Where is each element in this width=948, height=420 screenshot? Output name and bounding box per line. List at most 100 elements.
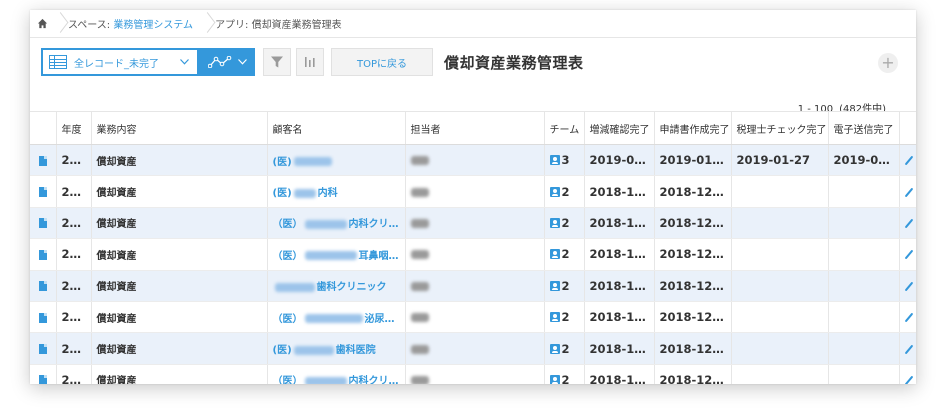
table-row[interactable]: 2018償却資産 （医） 泌尿器科クリ… 2 2018-12-082018-12-08 bbox=[30, 301, 916, 334]
document-icon[interactable] bbox=[38, 155, 47, 166]
document-icon[interactable] bbox=[38, 312, 47, 323]
client-prefix: (医) bbox=[272, 188, 292, 200]
breadcrumb-space-link[interactable]: 業務管理システム bbox=[113, 20, 193, 31]
cell-client[interactable]: （医） 内科クリニック bbox=[267, 364, 406, 384]
filter-button[interactable] bbox=[263, 48, 291, 76]
document-icon[interactable] bbox=[38, 375, 47, 384]
pencil-icon[interactable] bbox=[904, 250, 913, 260]
header-client[interactable]: 顧客名 bbox=[267, 111, 406, 145]
breadcrumb-app[interactable]: アプリ: 償却資産業務管理表 bbox=[211, 16, 350, 31]
header-year[interactable]: 年度 bbox=[56, 111, 92, 145]
cell-team: 2 bbox=[544, 175, 585, 208]
cell-staff bbox=[405, 364, 545, 384]
cell-team: 2 bbox=[544, 301, 585, 334]
pencil-icon[interactable] bbox=[904, 187, 913, 197]
team-count: 2 bbox=[561, 372, 570, 384]
pencil-icon[interactable] bbox=[904, 218, 913, 229]
record-detail-cell[interactable] bbox=[30, 207, 57, 240]
cell-change-check: 2018-12-08 bbox=[584, 238, 655, 271]
team-count: 2 bbox=[561, 215, 570, 230]
table-row[interactable]: 2018償却資産 （医） 耳鼻咽喉科クリ… 2 2018-12-082018-12-08 bbox=[30, 238, 916, 271]
cell-application: 2018-12-08 bbox=[654, 207, 732, 240]
document-icon[interactable] bbox=[38, 218, 47, 229]
table-row[interactable]: 2018償却資産 (医) 歯科医院 2 2018-12-082018-12-08 bbox=[30, 332, 916, 365]
document-icon[interactable] bbox=[38, 187, 47, 198]
edit-cell[interactable] bbox=[899, 301, 916, 334]
document-icon[interactable] bbox=[38, 281, 47, 292]
cell-client[interactable]: （医） 耳鼻咽喉科クリ… bbox=[267, 238, 406, 271]
header-actions bbox=[899, 111, 916, 145]
cell-e-filing bbox=[828, 175, 900, 208]
team-count: 2 bbox=[561, 247, 570, 262]
client-suffix: 歯科医院 bbox=[335, 345, 376, 357]
cell-client[interactable]: （医） 泌尿器科クリ… bbox=[267, 301, 406, 334]
table-row[interactable]: 2018償却資産 (医) 内科 2 2018-12-082018-12-08 bbox=[30, 175, 916, 208]
cell-year: 2018 bbox=[56, 364, 92, 384]
cell-change-check: 2019-01-27 bbox=[584, 144, 655, 177]
header-change-check[interactable]: 増減確認完了 bbox=[584, 111, 655, 145]
cell-change-check: 2018-12-08 bbox=[584, 207, 655, 240]
cell-application: 2018-12-08 bbox=[654, 364, 732, 384]
pencil-icon[interactable] bbox=[904, 344, 913, 354]
header-application[interactable]: 申請書作成完了 bbox=[654, 111, 732, 145]
table-row[interactable]: 2018償却資産 （医） 内科クリニック 2 2018-12-082018-12-08 bbox=[30, 364, 916, 384]
cell-team: 2 bbox=[544, 238, 585, 271]
edit-cell[interactable] bbox=[899, 364, 916, 384]
records-table: 年度 業務内容 顧客名 担当者 チーム 増減確認完了 申請書作成完了 税理士チェ… bbox=[30, 111, 916, 384]
header-task[interactable]: 業務内容 bbox=[91, 111, 268, 145]
record-detail-cell[interactable] bbox=[30, 301, 57, 334]
add-record-button[interactable]: + bbox=[878, 53, 898, 73]
header-team[interactable]: チーム bbox=[544, 111, 585, 145]
pencil-icon[interactable] bbox=[904, 281, 913, 292]
header-tax-accountant[interactable]: 税理士チェック完了 bbox=[731, 111, 829, 145]
cell-task: 償却資産 bbox=[91, 144, 268, 177]
redacted-text bbox=[304, 376, 347, 384]
edit-cell[interactable] bbox=[899, 238, 916, 271]
header-doc bbox=[30, 111, 57, 145]
edit-cell[interactable] bbox=[899, 332, 916, 365]
table-row[interactable]: 2018償却資産 （医） 内科クリニック 2 2018-12-082018-12-08 bbox=[30, 207, 916, 240]
cell-staff bbox=[405, 301, 545, 334]
table-row[interactable]: 2018償却資産(医)32019-01-272019-01-272019-01-… bbox=[30, 144, 916, 177]
pencil-icon[interactable] bbox=[904, 155, 913, 166]
cell-client[interactable]: (医) 内科 bbox=[267, 175, 406, 208]
cell-client[interactable]: (医) 歯科医院 bbox=[267, 332, 406, 365]
redacted-text bbox=[410, 250, 429, 260]
cell-client[interactable]: （医） 内科クリニック bbox=[267, 207, 406, 240]
document-icon[interactable] bbox=[38, 344, 47, 355]
table-row[interactable]: 2018償却資産 歯科クリニック 2 2018-12-082018-12-08 bbox=[30, 270, 916, 302]
team-icon bbox=[549, 186, 560, 197]
graph-view-button[interactable] bbox=[199, 48, 255, 76]
back-to-top-button[interactable]: TOPに戻る bbox=[331, 48, 433, 76]
pencil-icon[interactable] bbox=[904, 375, 913, 384]
cell-application: 2018-12-08 bbox=[654, 238, 732, 271]
edit-cell[interactable] bbox=[899, 270, 916, 302]
breadcrumb-space-prefix: スペース: bbox=[68, 20, 111, 31]
client-prefix: （医） bbox=[272, 376, 303, 384]
edit-cell[interactable] bbox=[899, 175, 916, 208]
home-icon[interactable] bbox=[30, 10, 54, 38]
pencil-icon[interactable] bbox=[904, 312, 913, 323]
view-selector[interactable]: 全レコード_未完了 bbox=[41, 48, 199, 76]
edit-cell[interactable] bbox=[899, 207, 916, 240]
chart-button[interactable] bbox=[296, 48, 324, 76]
document-icon[interactable] bbox=[38, 249, 47, 260]
redacted-text bbox=[293, 157, 332, 167]
team-count: 2 bbox=[561, 310, 570, 325]
record-detail-cell[interactable] bbox=[30, 144, 57, 177]
cell-client[interactable]: 歯科クリニック bbox=[267, 270, 406, 302]
team-icon bbox=[549, 217, 560, 228]
breadcrumb-space[interactable]: スペース: 業務管理システム bbox=[64, 16, 201, 31]
record-detail-cell[interactable] bbox=[30, 270, 57, 302]
header-e-filing[interactable]: 電子送信完了 bbox=[828, 111, 900, 145]
record-detail-cell[interactable] bbox=[30, 364, 57, 384]
header-staff[interactable]: 担当者 bbox=[405, 111, 545, 145]
client-suffix: 内科クリニック bbox=[348, 219, 405, 231]
record-detail-cell[interactable] bbox=[30, 175, 57, 208]
cell-year: 2018 bbox=[56, 270, 92, 302]
team-icon bbox=[549, 249, 560, 260]
record-detail-cell[interactable] bbox=[30, 238, 57, 271]
record-detail-cell[interactable] bbox=[30, 332, 57, 365]
edit-cell[interactable] bbox=[899, 144, 916, 177]
cell-client[interactable]: (医) bbox=[267, 144, 406, 177]
